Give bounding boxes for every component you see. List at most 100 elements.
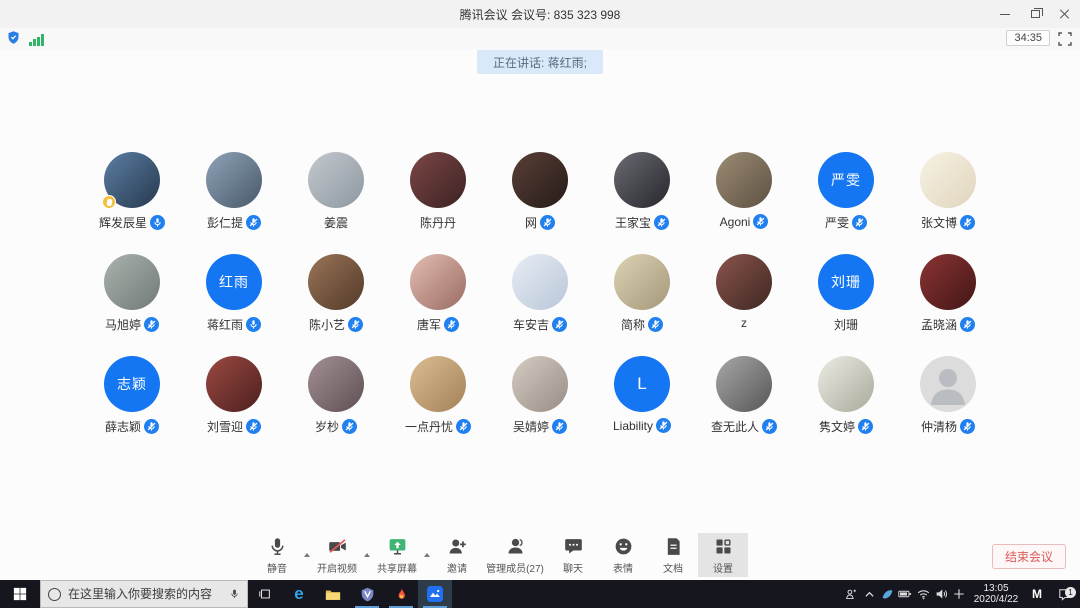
avatar-photo — [512, 152, 568, 208]
close-button[interactable] — [1050, 0, 1080, 28]
participant-tile[interactable]: 严雯严雯 — [795, 152, 897, 232]
video-options-caret[interactable] — [362, 533, 372, 577]
start-button[interactable] — [0, 580, 40, 608]
manage-members-label: 管理成员(27) — [486, 560, 544, 575]
task-view-button[interactable] — [248, 580, 282, 608]
participant-tile[interactable]: 姜震 — [285, 152, 387, 232]
participant-tile[interactable]: 隽文婷 — [795, 356, 897, 436]
taskbar-search-box[interactable] — [40, 580, 248, 608]
participant-tile[interactable]: 车安吉 — [489, 254, 591, 334]
participant-tile[interactable]: 唐军 — [387, 254, 489, 334]
network-signal-icon[interactable] — [29, 34, 44, 46]
participant-tile[interactable]: 查无此人 — [693, 356, 795, 436]
participant-name: 陈小艺 — [309, 316, 345, 333]
mute-options-caret[interactable] — [302, 533, 312, 577]
close-icon — [1060, 9, 1070, 19]
participant-tile[interactable]: 志颖薛志颖 — [81, 356, 183, 436]
end-meeting-button[interactable]: 结束会议 — [992, 544, 1066, 569]
participant-tile[interactable]: 陈丹丹 — [387, 152, 489, 232]
minimize-button[interactable] — [990, 0, 1020, 28]
avatar-photo — [104, 254, 160, 310]
clock-date: 2020/4/22 — [968, 594, 1024, 605]
tray-app-icon[interactable] — [878, 580, 896, 608]
avatar-initials: 志颖 — [104, 356, 160, 412]
manage-members-button[interactable]: 管理成员(27) — [482, 533, 548, 577]
participant-name: 刘珊 — [834, 316, 858, 333]
maximize-icon — [1031, 10, 1040, 18]
participant-tile[interactable]: Agoni — [693, 152, 795, 232]
start-video-button[interactable]: 开启视频 — [312, 533, 362, 577]
minimize-icon — [1000, 14, 1010, 15]
participant-tile[interactable]: 简称 — [591, 254, 693, 334]
participant-tile[interactable]: 仲清杨 — [897, 356, 999, 436]
mic-muted-icon — [858, 419, 873, 434]
participant-tile[interactable]: 刘珊刘珊 — [795, 254, 897, 334]
emoji-button[interactable]: 表情 — [598, 533, 648, 577]
participant-name: 陈丹丹 — [420, 214, 456, 231]
participant-tile[interactable]: 陈小艺 — [285, 254, 387, 334]
mic-muted-icon — [246, 215, 261, 230]
microphone-icon — [267, 534, 288, 558]
tencent-meeting-icon — [427, 586, 443, 602]
participant-name: 姜震 — [324, 214, 348, 231]
taskbar-meeting-button[interactable] — [418, 580, 452, 608]
participant-name: 马旭婷 — [105, 316, 141, 333]
window-title: 腾讯会议 会议号: 835 323 998 — [460, 6, 621, 23]
participant-tile[interactable]: LLiability — [591, 356, 693, 436]
participant-tile[interactable]: 孟晓涵 — [897, 254, 999, 334]
share-screen-button[interactable]: 共享屏幕 — [372, 533, 422, 577]
status-badge — [102, 195, 116, 209]
participant-tile[interactable]: 彭仁提 — [183, 152, 285, 232]
mic-muted-icon — [540, 215, 555, 230]
avatar-photo — [512, 254, 568, 310]
taskbar-vapp-button[interactable] — [350, 580, 384, 608]
ime-indicator[interactable]: M — [1024, 587, 1050, 601]
participant-tile[interactable]: 马旭婷 — [81, 254, 183, 334]
maximize-button[interactable] — [1020, 0, 1050, 28]
participant-tile[interactable]: 王家宝 — [591, 152, 693, 232]
avatar-photo — [410, 152, 466, 208]
participant-name: 薛志颖 — [105, 418, 141, 435]
security-shield-icon[interactable] — [6, 30, 21, 50]
invite-button[interactable]: 邀请 — [432, 533, 482, 577]
speaking-banner: 正在讲话: 蒋红雨; — [477, 50, 603, 74]
participant-name: 网 — [525, 214, 537, 231]
chat-label: 聊天 — [563, 560, 583, 575]
fullscreen-icon[interactable] — [1057, 31, 1073, 47]
tray-chevron-up-icon[interactable] — [860, 580, 878, 608]
participant-tile[interactable]: 一点丹忧 — [387, 356, 489, 436]
mic-muted-icon — [648, 317, 663, 332]
docs-button[interactable]: 文档 — [648, 533, 698, 577]
participant-tile[interactable]: z — [693, 254, 795, 334]
taskbar-clock[interactable]: 13:05 2020/4/22 — [968, 580, 1024, 608]
participant-tile[interactable]: 辉发辰星 — [81, 152, 183, 232]
mic-on-icon — [150, 215, 165, 230]
share-options-caret[interactable] — [422, 533, 432, 577]
participant-tile[interactable]: 吴婧婷 — [489, 356, 591, 436]
action-center-button[interactable]: 1 — [1050, 588, 1080, 601]
chat-button[interactable]: 聊天 — [548, 533, 598, 577]
participant-name: 张文博 — [921, 214, 957, 231]
avatar-photo — [104, 152, 160, 208]
pen-crosshair-icon[interactable] — [950, 580, 968, 608]
settings-button[interactable]: 设置 — [698, 533, 748, 577]
mic-muted-icon — [456, 419, 471, 434]
mute-button[interactable]: 静音 — [252, 533, 302, 577]
participant-tile[interactable]: 刘雪迎 — [183, 356, 285, 436]
mic-muted-icon — [342, 419, 357, 434]
taskbar-flame-app-button[interactable] — [384, 580, 418, 608]
search-mic-icon[interactable] — [229, 587, 240, 601]
battery-icon[interactable] — [896, 580, 914, 608]
participant-tile[interactable]: 红雨蒋红雨 — [183, 254, 285, 334]
participant-tile[interactable]: 网 — [489, 152, 591, 232]
volume-icon[interactable] — [932, 580, 950, 608]
people-tray-icon[interactable] — [842, 580, 860, 608]
taskbar-edge-button[interactable]: e — [282, 580, 316, 608]
taskbar-explorer-button[interactable] — [316, 580, 350, 608]
search-input[interactable] — [68, 587, 222, 601]
wifi-icon[interactable] — [914, 580, 932, 608]
participant-name: 简称 — [621, 316, 645, 333]
participant-tile[interactable]: 岁杪 — [285, 356, 387, 436]
participant-tile[interactable]: 张文博 — [897, 152, 999, 232]
file-explorer-icon — [325, 588, 341, 601]
